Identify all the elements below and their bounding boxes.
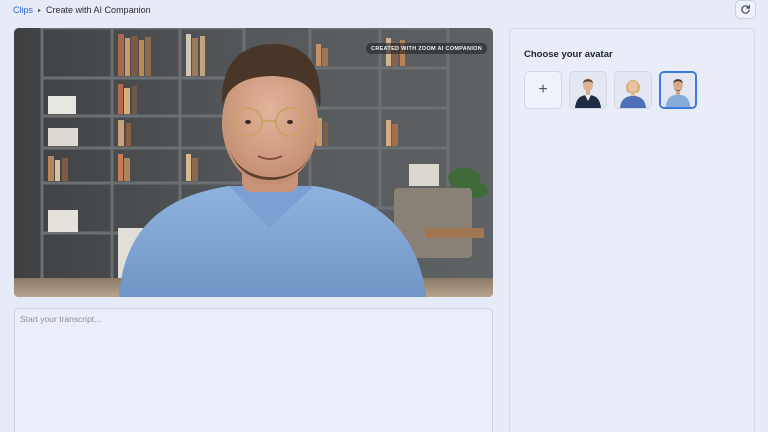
avatar-man-glasses-image [661,73,695,107]
refresh-icon [741,4,750,14]
breadcrumb-separator-icon: ▸ [38,7,42,14]
video-frame-image [14,28,493,297]
avatar-woman-blonde[interactable] [614,71,652,109]
video-preview: CREATED WITH ZOOM AI COMPANION [14,28,493,297]
ai-companion-watermark: CREATED WITH ZOOM AI COMPANION [366,43,487,54]
avatar-man-glasses[interactable] [659,71,697,109]
avatar-man-suit[interactable] [569,71,607,109]
avatar-man-suit-image [570,72,606,108]
add-avatar-button[interactable]: + [524,71,562,109]
avatar-woman-blonde-image [615,72,651,108]
plus-icon: + [538,81,548,98]
refresh-button[interactable] [735,0,756,19]
breadcrumb-clips-link[interactable]: Clips [13,5,33,15]
breadcrumb-current: Create with AI Companion [46,5,151,15]
transcript-input[interactable] [14,308,493,432]
avatar-panel-title: Choose your avatar [524,49,613,60]
avatar-panel: Choose your avatar + [509,28,755,432]
breadcrumb: Clips ▸ Create with AI Companion [13,3,151,17]
avatar-list: + [524,71,697,109]
